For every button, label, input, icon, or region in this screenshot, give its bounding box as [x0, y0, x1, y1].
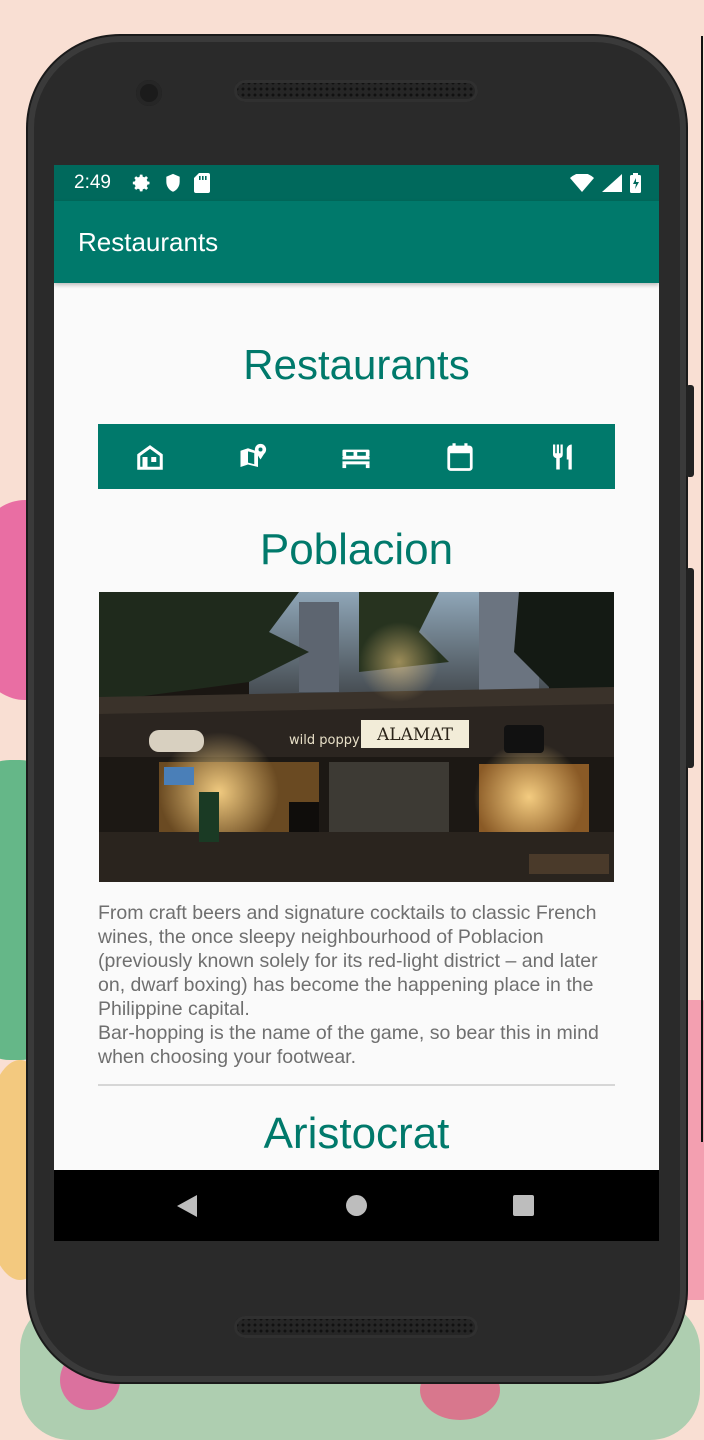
- screen: 2:49 Restaurants Restaurants Poblacion A…: [54, 165, 659, 1241]
- battery-icon: [630, 173, 641, 199]
- status-bar: 2:49: [54, 165, 659, 201]
- shield-icon: [164, 173, 182, 199]
- scroll-content[interactable]: Restaurants Poblacion ALAMAT wild poppy …: [54, 283, 659, 1170]
- map-pin-icon[interactable]: [236, 440, 270, 474]
- back-icon[interactable]: [176, 1194, 198, 1223]
- home-button-icon[interactable]: [346, 1195, 367, 1216]
- category-icon-bar: [98, 424, 615, 489]
- status-time: 2:49: [74, 172, 111, 193]
- section-title: Poblacion: [259, 525, 454, 574]
- recents-icon[interactable]: [513, 1195, 534, 1216]
- section-divider: [98, 1084, 615, 1086]
- wild-poppy-sign: wild poppy: [289, 733, 360, 748]
- app-bar-title: Restaurants: [78, 227, 219, 257]
- bottom-speaker: [234, 1316, 478, 1338]
- poblacion-photo: ALAMAT wild poppy: [99, 592, 614, 882]
- home-icon[interactable]: [133, 440, 167, 474]
- power-button[interactable]: [686, 385, 694, 477]
- gear-icon: [132, 173, 152, 199]
- front-camera: [136, 80, 162, 106]
- volume-button[interactable]: [686, 568, 694, 768]
- sd-card-icon: [194, 173, 210, 199]
- wifi-icon: [570, 173, 594, 198]
- cell-signal-icon: [602, 174, 622, 198]
- restaurant-icon[interactable]: [546, 440, 580, 474]
- top-speaker: [234, 80, 478, 102]
- alamat-sign: ALAMAT: [376, 725, 454, 745]
- calendar-icon[interactable]: [443, 440, 477, 474]
- app-bar: Restaurants: [54, 201, 659, 283]
- page-heading: Restaurants: [243, 341, 470, 388]
- bed-icon[interactable]: [339, 440, 373, 474]
- system-nav-bar: [54, 1170, 659, 1241]
- next-section-title: Aristocrat: [263, 1109, 450, 1158]
- section-description: From craft beers and signature cocktails…: [98, 902, 599, 1068]
